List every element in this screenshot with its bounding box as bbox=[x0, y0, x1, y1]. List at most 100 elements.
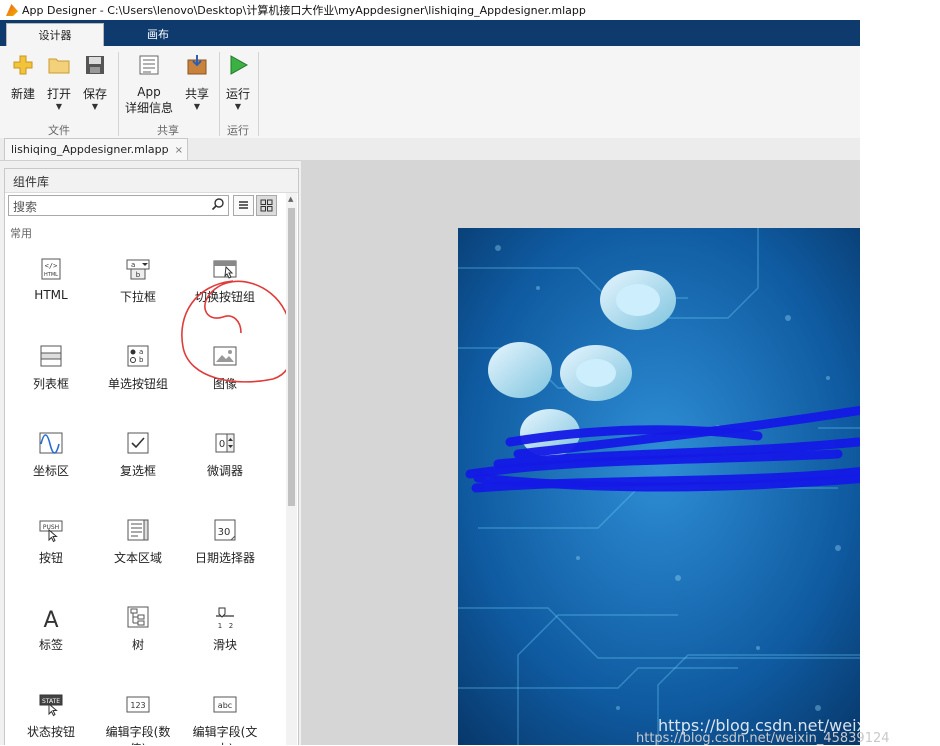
app-details-label-1: App bbox=[137, 85, 161, 99]
component-state-button[interactable]: STATE 状态按钮 bbox=[8, 692, 94, 740]
component-label: HTML bbox=[34, 288, 68, 302]
document-tab[interactable]: lishiqing_Appdesigner.mlapp × bbox=[4, 138, 188, 160]
tab-canvas[interactable]: 画布 bbox=[110, 23, 206, 46]
design-canvas[interactable] bbox=[301, 160, 860, 745]
radio-button-group-icon: ab bbox=[127, 345, 149, 367]
listbox-icon bbox=[40, 345, 62, 367]
numeric-edit-field-icon: 123 bbox=[126, 696, 150, 713]
run-label: 运行 bbox=[225, 87, 250, 101]
label-icon: A bbox=[43, 608, 58, 633]
red-annotation-circle bbox=[181, 280, 295, 383]
image-component[interactable] bbox=[458, 228, 860, 745]
component-label[interactable]: A 标签 bbox=[8, 605, 94, 653]
app-designer-window: App Designer - C:\Users\lenovo\Desktop\计… bbox=[0, 0, 860, 745]
folder-icon bbox=[48, 58, 70, 74]
group-file-label: 文件 bbox=[48, 124, 70, 137]
component-push-button[interactable]: PUSH 按钮 bbox=[8, 518, 94, 566]
component-radio-button-group[interactable]: ab 单选按钮组 bbox=[95, 344, 181, 392]
section-common-label: 常用 bbox=[10, 227, 32, 240]
component-library-header: 组件库 bbox=[5, 169, 298, 193]
component-slider[interactable]: 12 滑块 bbox=[182, 605, 268, 653]
component-label: 按钮 bbox=[38, 551, 63, 565]
new-button[interactable]: 新建 bbox=[8, 54, 38, 102]
text-area-icon bbox=[127, 519, 149, 541]
svg-text:PUSH: PUSH bbox=[43, 524, 59, 531]
scrollbar-thumb[interactable] bbox=[288, 208, 295, 506]
share-box-icon bbox=[187, 55, 207, 75]
play-icon bbox=[230, 55, 249, 75]
component-label: 单选按钮组 bbox=[107, 377, 168, 391]
save-dropdown-icon[interactable]: ▼ bbox=[80, 102, 110, 112]
component-listbox[interactable]: 列表框 bbox=[8, 344, 94, 392]
component-label: 日期选择器 bbox=[194, 551, 255, 565]
svg-text:A: A bbox=[43, 608, 58, 631]
svg-text:a: a bbox=[131, 261, 135, 269]
svg-text:b: b bbox=[136, 271, 141, 279]
component-label-line2: 值) bbox=[95, 740, 181, 745]
component-text-area[interactable]: 文本区域 bbox=[95, 518, 181, 566]
document-tab-label: lishiqing_Appdesigner.mlapp bbox=[11, 143, 169, 156]
list-view-button[interactable] bbox=[233, 195, 254, 216]
app-details-button[interactable]: App 详细信息 bbox=[122, 54, 176, 116]
component-spinner[interactable]: 0 微调器 bbox=[182, 431, 268, 479]
open-dropdown-icon[interactable]: ▼ bbox=[44, 102, 74, 112]
svg-text:1: 1 bbox=[218, 622, 222, 630]
group-run-label: 运行 bbox=[227, 124, 249, 137]
checkbox-icon bbox=[127, 432, 149, 454]
scroll-up-icon[interactable]: ▲ bbox=[288, 195, 293, 203]
component-tree[interactable]: 树 bbox=[95, 605, 181, 653]
title-bar: App Designer - C:\Users\lenovo\Desktop\计… bbox=[0, 0, 860, 20]
open-button[interactable]: 打开 ▼ bbox=[44, 54, 74, 112]
component-label: 滑块 bbox=[212, 638, 237, 652]
svg-text:HTML: HTML bbox=[44, 272, 58, 278]
new-label: 新建 bbox=[10, 87, 35, 101]
save-label: 保存 bbox=[82, 87, 107, 101]
component-library-scrollbar[interactable]: ▲ bbox=[286, 193, 297, 745]
run-button[interactable]: 运行 ▼ bbox=[223, 54, 253, 112]
component-label: 编辑字段(文 bbox=[192, 725, 258, 739]
date-picker-icon: 30 bbox=[214, 519, 236, 541]
component-checkbox[interactable]: 复选框 bbox=[95, 431, 181, 479]
save-button[interactable]: 保存 ▼ bbox=[80, 54, 110, 112]
grid-view-button[interactable] bbox=[256, 195, 277, 216]
window-title: App Designer - C:\Users\lenovo\Desktop\计… bbox=[22, 4, 586, 17]
component-numeric-edit-field[interactable]: 123 编辑字段(数 值) bbox=[95, 692, 181, 745]
svg-text:123: 123 bbox=[130, 701, 145, 710]
tab-designer[interactable]: 设计器 bbox=[6, 23, 104, 47]
component-label: 复选框 bbox=[119, 464, 156, 478]
search-icon[interactable] bbox=[211, 197, 225, 211]
component-html[interactable]: </> HTML HTML bbox=[8, 257, 94, 302]
app-details-icon bbox=[139, 55, 159, 75]
document-tab-bar: lishiqing_Appdesigner.mlapp × bbox=[0, 138, 860, 161]
text-edit-field-icon: abc bbox=[213, 696, 237, 713]
app-details-label-2: 详细信息 bbox=[124, 101, 173, 115]
close-tab-icon[interactable]: × bbox=[175, 145, 183, 156]
run-dropdown-icon[interactable]: ▼ bbox=[223, 102, 253, 112]
spinner-icon: 0 bbox=[215, 433, 235, 453]
push-button-icon: PUSH bbox=[39, 520, 63, 543]
component-dropdown[interactable]: ab 下拉框 bbox=[95, 257, 181, 305]
component-label: 微调器 bbox=[206, 464, 243, 478]
watermark-line-2: https://blog.csdn.net/weixin_45839124 bbox=[636, 731, 890, 746]
slider-icon: 12 bbox=[216, 607, 234, 630]
toolstrip: 新建 打开 ▼ 保存 ▼ 文件 App 详细信息 共享 ▼ 共享 运行 ▼ 运行 bbox=[0, 46, 860, 139]
share-button[interactable]: 共享 ▼ bbox=[182, 54, 212, 112]
search-input[interactable]: 搜索 bbox=[8, 195, 229, 216]
svg-text:b: b bbox=[139, 356, 144, 364]
ribbon-tab-bar: 设计器 画布 bbox=[0, 20, 860, 47]
svg-text:</>: </> bbox=[45, 262, 58, 270]
toolstrip-separator bbox=[258, 52, 259, 136]
svg-text:STATE: STATE bbox=[42, 698, 60, 705]
share-dropdown-icon[interactable]: ▼ bbox=[182, 102, 212, 112]
matlab-logo-icon bbox=[6, 4, 18, 16]
share-label: 共享 bbox=[184, 87, 209, 101]
plus-icon bbox=[13, 55, 33, 75]
html-icon: </> HTML bbox=[41, 258, 61, 280]
open-label: 打开 bbox=[46, 87, 71, 101]
component-axes[interactable]: 坐标区 bbox=[8, 431, 94, 479]
svg-text:2: 2 bbox=[229, 622, 233, 630]
component-label: 状态按钮 bbox=[26, 725, 75, 739]
component-library-title: 组件库 bbox=[13, 175, 50, 189]
component-date-picker[interactable]: 30 日期选择器 bbox=[182, 518, 268, 566]
component-text-edit-field[interactable]: abc 编辑字段(文 本) bbox=[182, 692, 268, 745]
